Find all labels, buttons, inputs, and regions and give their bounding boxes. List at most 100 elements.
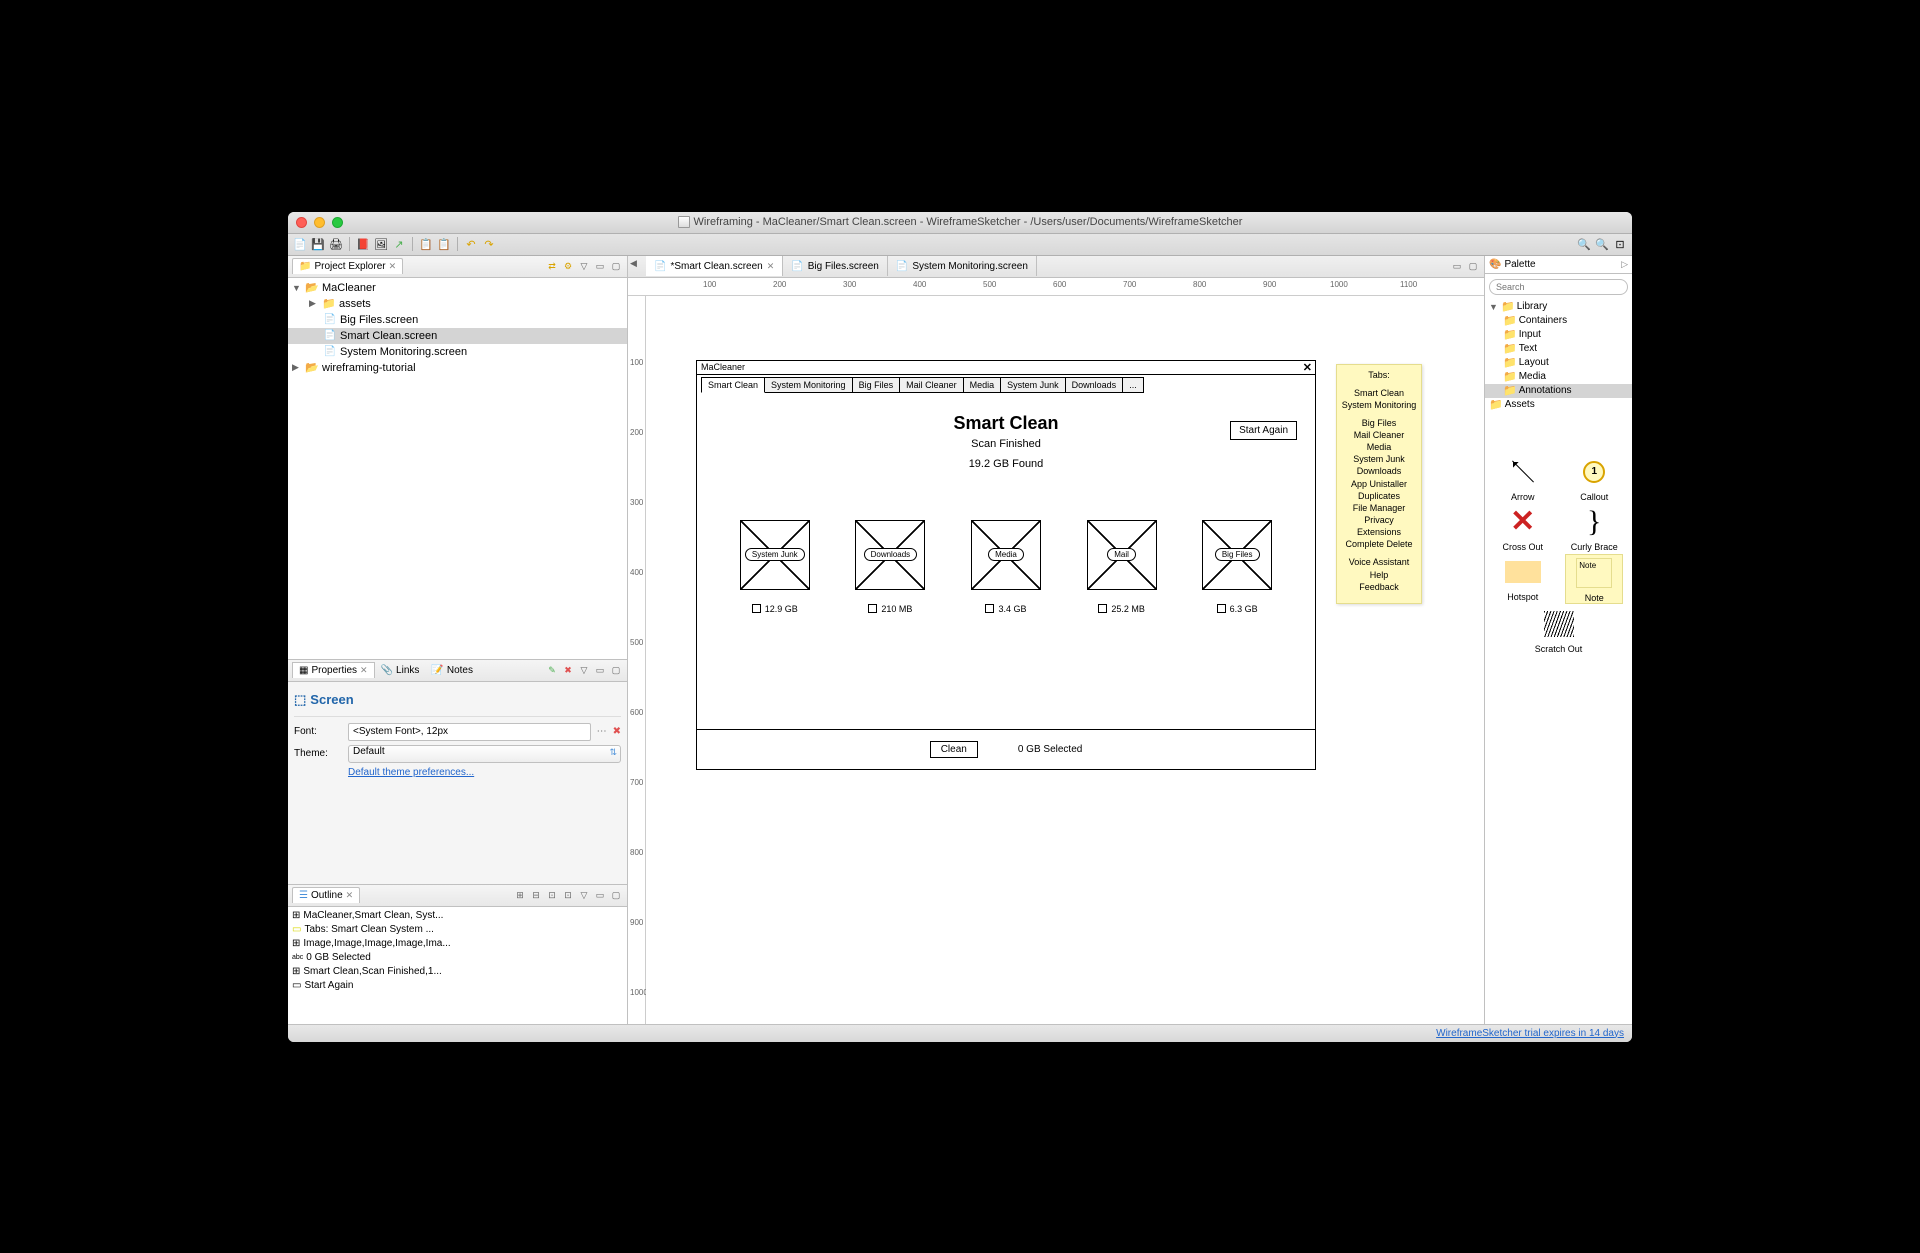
- export-pdf-icon[interactable]: 📕: [355, 236, 371, 252]
- order-icon[interactable]: ⊡: [561, 888, 575, 902]
- sticky-note[interactable]: Tabs: Smart Clean System Monitoring Big …: [1336, 364, 1422, 604]
- zoom-fit-icon[interactable]: ⊡: [1612, 236, 1628, 252]
- theme-select[interactable]: Default ⇅: [348, 745, 621, 763]
- wf-item[interactable]: Downloads210 MB: [840, 520, 940, 614]
- checkbox-icon[interactable]: [752, 604, 761, 613]
- wf-item[interactable]: System Junk12.9 GB: [725, 520, 825, 614]
- close-icon[interactable]: ✕: [767, 261, 775, 272]
- chevron-right-icon[interactable]: ▷: [1621, 259, 1628, 270]
- widget-scratch[interactable]: Scratch Out: [1530, 606, 1588, 654]
- maximize-view-icon[interactable]: ▢: [609, 888, 623, 902]
- minimize-view-icon[interactable]: ▭: [593, 259, 607, 273]
- theme-preferences-link[interactable]: Default theme preferences...: [348, 767, 474, 778]
- outline-item[interactable]: ▭Start Again: [292, 979, 623, 993]
- tree-file[interactable]: 📄 Big Files.screen: [288, 312, 627, 328]
- properties-tab[interactable]: ▦ Properties ✕: [292, 662, 375, 678]
- tree-folder[interactable]: ▶ 📂 wireframing-tutorial: [288, 360, 627, 376]
- minimize-view-icon[interactable]: ▭: [593, 663, 607, 677]
- palette-category-selected[interactable]: 📁Annotations: [1485, 384, 1632, 398]
- wf-item[interactable]: Big Files6.3 GB: [1187, 520, 1287, 614]
- palette-assets[interactable]: 📁Assets: [1485, 398, 1632, 412]
- editor-tab[interactable]: 📄 Big Files.screen: [783, 256, 888, 276]
- widget-arrow[interactable]: Arrow: [1494, 454, 1552, 502]
- ruler-horizontal[interactable]: 100 200 300 400 500 600 700 800 900 1000…: [628, 278, 1484, 296]
- widget-curly[interactable]: }Curly Brace: [1565, 504, 1623, 552]
- outline-item[interactable]: ▭Tabs: Smart Clean System ...: [292, 923, 623, 937]
- menu-icon[interactable]: ▽: [577, 888, 591, 902]
- wf-item[interactable]: Media3.4 GB: [956, 520, 1056, 614]
- minimize-view-icon[interactable]: ▭: [593, 888, 607, 902]
- font-more-icon[interactable]: ⋯: [597, 726, 607, 737]
- links-tab[interactable]: 📎 Links: [375, 662, 426, 678]
- wf-tab[interactable]: System Monitoring: [764, 377, 853, 393]
- wf-start-again-button[interactable]: Start Again: [1230, 421, 1297, 440]
- tree-file[interactable]: 📄 System Monitoring.screen: [288, 344, 627, 360]
- export-image-icon[interactable]: 🖼: [373, 236, 389, 252]
- outline-item[interactable]: abc0 GB Selected: [292, 951, 623, 965]
- print-icon[interactable]: 🖨: [328, 236, 344, 252]
- wf-item[interactable]: Mail25.2 MB: [1072, 520, 1172, 614]
- palette-tree[interactable]: ▼📁Library 📁Containers 📁Input 📁Text 📁Layo…: [1485, 298, 1632, 414]
- wf-tab-active[interactable]: Smart Clean: [701, 377, 765, 393]
- wf-tab[interactable]: Media: [963, 377, 1002, 393]
- wf-tab-more[interactable]: ...: [1122, 377, 1144, 393]
- undo-icon[interactable]: ↶: [463, 236, 479, 252]
- wf-clean-button[interactable]: Clean: [930, 741, 978, 758]
- checkbox-icon[interactable]: [1217, 604, 1226, 613]
- widget-crossout[interactable]: ✕Cross Out: [1494, 504, 1552, 552]
- font-reset-icon[interactable]: ✖: [613, 726, 621, 737]
- maximize-view-icon[interactable]: ▢: [1466, 259, 1480, 273]
- chevron-down-icon[interactable]: ▼: [1489, 302, 1499, 312]
- palette-category[interactable]: 📁Media: [1485, 370, 1632, 384]
- checkbox-icon[interactable]: [868, 604, 877, 613]
- close-icon[interactable]: ✕: [360, 665, 368, 676]
- paste-icon[interactable]: 📋: [436, 236, 452, 252]
- minimize-view-icon[interactable]: ▭: [1450, 259, 1464, 273]
- trial-link[interactable]: WireframeSketcher trial expires in 14 da…: [1436, 1028, 1624, 1039]
- wireframe-tabs[interactable]: Smart Clean System Monitoring Big Files …: [697, 375, 1315, 393]
- redo-icon[interactable]: ↷: [481, 236, 497, 252]
- tree-folder[interactable]: ▶ 📁 assets: [288, 296, 627, 312]
- palette-category[interactable]: 📁Containers: [1485, 314, 1632, 328]
- widget-note-selected[interactable]: NoteNote: [1565, 554, 1623, 604]
- chevron-right-icon[interactable]: ▶: [309, 298, 319, 309]
- explorer-tree[interactable]: ▼ 📂 MaCleaner ▶ 📁 assets 📄 Big Files.scr…: [288, 278, 627, 659]
- maximize-view-icon[interactable]: ▢: [609, 259, 623, 273]
- wf-tab[interactable]: Downloads: [1065, 377, 1124, 393]
- palette-category[interactable]: 📁Text: [1485, 342, 1632, 356]
- wf-tab[interactable]: System Junk: [1000, 377, 1066, 393]
- menu-icon[interactable]: ▽: [577, 259, 591, 273]
- explorer-tab[interactable]: 📁 Project Explorer ✕: [292, 258, 403, 274]
- font-input[interactable]: [348, 723, 591, 741]
- link-editor-icon[interactable]: ⇄: [545, 259, 559, 273]
- align-icon[interactable]: ⊞: [513, 888, 527, 902]
- tree-file-selected[interactable]: 📄 Smart Clean.screen: [288, 328, 627, 344]
- checkbox-icon[interactable]: [1098, 604, 1107, 613]
- close-icon[interactable]: ✕: [389, 261, 397, 272]
- chevron-right-icon[interactable]: ▶: [292, 362, 302, 373]
- widget-callout[interactable]: 1Callout: [1565, 454, 1623, 502]
- zoom-out-icon[interactable]: 🔍: [1594, 236, 1610, 252]
- outline-item[interactable]: ⊞Image,Image,Image,Image,Ima...: [292, 937, 623, 951]
- align-icon[interactable]: ⊟: [529, 888, 543, 902]
- close-icon[interactable]: ✕: [346, 890, 354, 901]
- copy-icon[interactable]: 📋: [418, 236, 434, 252]
- outline-item[interactable]: ⊞MaCleaner,Smart Clean, Syst...: [292, 909, 623, 923]
- zoom-in-icon[interactable]: 🔍: [1576, 236, 1592, 252]
- search-input[interactable]: [1489, 279, 1628, 295]
- editor-tab[interactable]: 📄 System Monitoring.screen: [888, 256, 1037, 276]
- wf-tab[interactable]: Mail Cleaner: [899, 377, 964, 393]
- wireframe-window[interactable]: MaCleaner ✕ Smart Clean System Monitorin…: [696, 360, 1316, 770]
- menu-icon[interactable]: ▽: [577, 663, 591, 677]
- share-icon[interactable]: ↗: [391, 236, 407, 252]
- save-icon[interactable]: 💾: [310, 236, 326, 252]
- new-icon[interactable]: 📄: [292, 236, 308, 252]
- palette-category[interactable]: 📁Layout: [1485, 356, 1632, 370]
- notes-tab[interactable]: 📝 Notes: [425, 662, 479, 678]
- maximize-view-icon[interactable]: ▢: [609, 663, 623, 677]
- filter-icon[interactable]: ⚙: [561, 259, 575, 273]
- outline-item[interactable]: ⊞Smart Clean,Scan Finished,1...: [292, 965, 623, 979]
- palette-library[interactable]: ▼📁Library: [1485, 300, 1632, 314]
- chevron-down-icon[interactable]: ▼: [292, 283, 302, 293]
- tree-root[interactable]: ▼ 📂 MaCleaner: [288, 280, 627, 296]
